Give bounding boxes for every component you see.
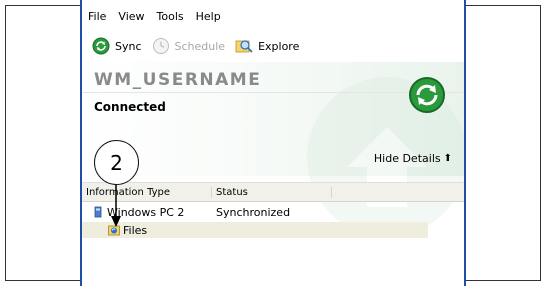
header-information-type[interactable]: Information Type — [82, 186, 212, 198]
clock-icon — [152, 38, 169, 54]
menu-help[interactable]: Help — [190, 6, 227, 28]
callout-marker: 2 — [94, 140, 139, 185]
sync-icon — [92, 37, 110, 55]
pc-icon — [94, 206, 102, 218]
menu-file[interactable]: File — [82, 6, 112, 28]
device-username: WM_USERNAME — [94, 70, 262, 90]
chevron-up-icon: ⬆ — [443, 153, 452, 164]
row-name-cell: Windows PC 2 — [92, 206, 216, 219]
hide-details-link[interactable]: Hide Details ⬆ — [374, 152, 452, 165]
files-sync-icon — [108, 225, 120, 236]
table-row[interactable]: Windows PC 2 Synchronized — [82, 204, 464, 220]
connected-sync-icon — [409, 77, 445, 113]
row-status: Synchronized — [216, 205, 291, 219]
explore-button[interactable]: Explore — [235, 37, 299, 55]
menu-tools[interactable]: Tools — [151, 6, 190, 28]
hide-details-label: Hide Details — [373, 152, 441, 165]
toolbar: Sync Schedule Explore — [82, 30, 464, 62]
schedule-button[interactable]: Schedule — [152, 37, 226, 55]
menu-view[interactable]: View — [112, 6, 150, 28]
activesync-window: File View Tools Help Sync Schedule Explo… — [80, 0, 466, 286]
table-header: Information Type Status — [82, 182, 464, 202]
row-name-cell: Files — [108, 224, 147, 237]
divider — [82, 92, 464, 93]
explore-icon — [235, 40, 253, 53]
row-name: Windows PC 2 — [107, 205, 185, 219]
header-status[interactable]: Status — [212, 186, 332, 198]
explore-label: Explore — [258, 39, 300, 53]
menu-bar: File View Tools Help — [82, 6, 464, 28]
device-panel: WM_USERNAME Connected Hide Details ⬆ — [82, 62, 464, 237]
sync-label: Sync — [115, 39, 142, 53]
schedule-label: Schedule — [174, 39, 226, 53]
connection-status: Connected — [94, 100, 166, 114]
sync-button[interactable]: Sync — [92, 37, 142, 55]
row-name: Files — [123, 223, 148, 237]
table-row[interactable]: Files — [82, 222, 428, 238]
